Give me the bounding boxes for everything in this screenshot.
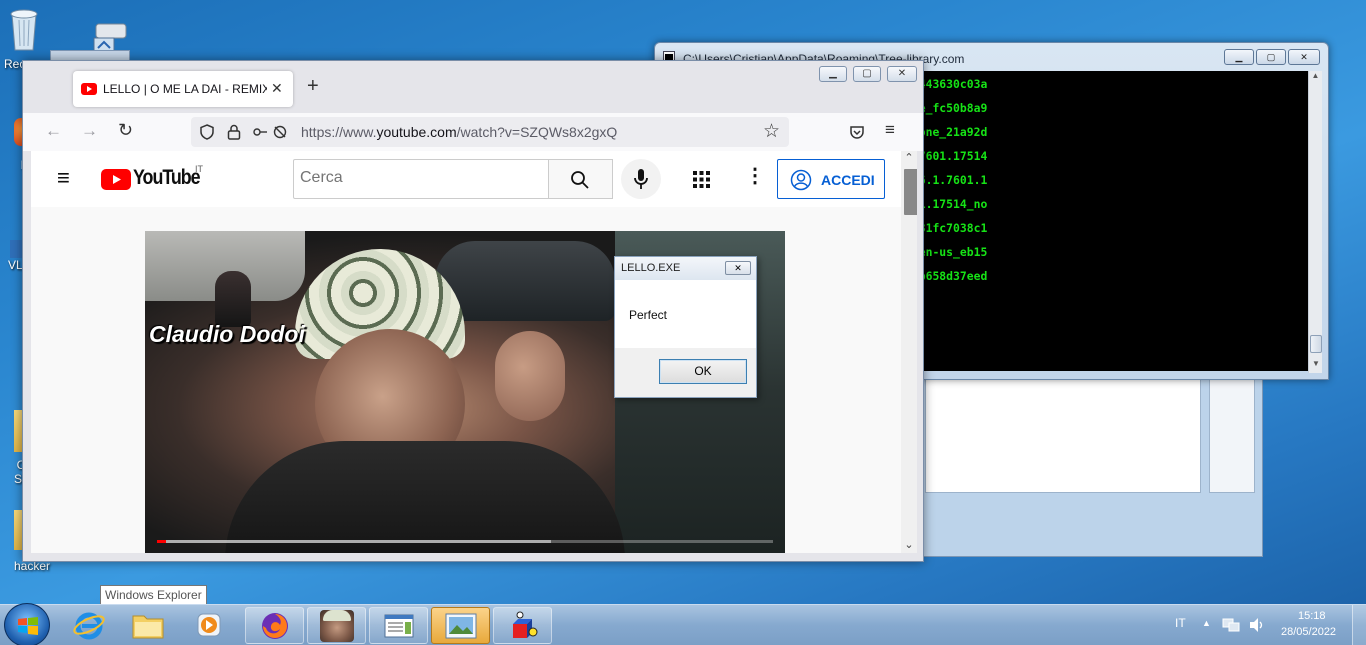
page-scrollbar[interactable]: ⌃ ⌄	[901, 151, 917, 553]
video-progress-buffer	[157, 540, 552, 543]
notepad-icon	[384, 614, 413, 637]
account-icon	[790, 169, 812, 191]
console-minimize-button[interactable]: ▁	[1224, 49, 1254, 65]
lock-icon[interactable]	[227, 124, 241, 140]
clock-time[interactable]: 15:18	[1298, 610, 1326, 622]
apps-grid-icon[interactable]	[693, 171, 710, 188]
video-progress-played	[157, 540, 167, 543]
picture-viewer-taskbar-button[interactable]	[431, 607, 490, 644]
youtube-header: ≡ YouTube IT ⋮ ACCEDI	[31, 151, 909, 207]
language-indicator[interactable]: IT	[1175, 616, 1186, 630]
guide-menu-icon[interactable]: ≡	[57, 165, 70, 191]
browser-tab[interactable]: LELLO | O ME LA DAI - REMIX - ✕	[73, 71, 293, 107]
folder-icon	[132, 615, 164, 639]
search-input[interactable]	[300, 160, 540, 196]
scroll-up-arrow-icon[interactable]: ▲	[1309, 71, 1322, 85]
notepad-taskbar-button[interactable]	[369, 607, 428, 644]
explorer-content-pane	[925, 373, 1201, 493]
url-path: /watch?v=SZQWs8x2gxQ	[456, 124, 618, 140]
dialog-body: Perfect	[615, 280, 756, 348]
recycle-bin-icon	[10, 9, 38, 51]
video-subject-hand	[495, 331, 565, 421]
navigation-toolbar: ← → ↻ https://www.youtube.com/watch?v=SZ…	[23, 113, 923, 151]
console-scroll-thumb[interactable]	[1310, 335, 1322, 353]
url-domain: youtube.com	[376, 124, 457, 140]
console-maximize-button[interactable]: ▢	[1256, 49, 1286, 65]
taskbar: IT ▲ 15:18 28/05/2022	[0, 603, 1366, 645]
firefox-window[interactable]: ▁ ▢ ✕ LELLO | O ME LA DAI - REMIX - ✕ + …	[22, 60, 924, 562]
youtube-logo[interactable]: YouTube IT	[101, 164, 211, 191]
internet-explorer-icon	[73, 612, 105, 640]
dialog-message: Perfect	[629, 308, 668, 322]
media-player-taskbar-icon[interactable]	[192, 610, 228, 642]
media-player-icon	[197, 613, 221, 637]
country-code: IT	[195, 164, 203, 174]
scroll-down-arrow-icon[interactable]: ⌄	[901, 538, 917, 551]
forward-arrow-icon[interactable]: →	[81, 121, 98, 141]
video-overlay-name: Claudio Dodoi	[149, 321, 305, 347]
message-dialog[interactable]: LELLO.EXE ✕ Perfect OK	[614, 256, 757, 398]
face-thumbnail-icon	[319, 609, 354, 642]
console-scrollbar[interactable]: ▲ ▼	[1308, 71, 1322, 373]
sign-in-label: ACCEDI	[821, 172, 875, 188]
pocket-icon[interactable]	[849, 124, 865, 140]
firefox-icon	[261, 612, 288, 639]
tooltip: Windows Explorer	[100, 585, 207, 605]
firefox-maximize-button[interactable]: ▢	[853, 66, 881, 82]
network-icon[interactable]	[1222, 617, 1240, 633]
explorer-scrollbar[interactable]	[1209, 373, 1255, 493]
settings-dots-icon[interactable]: ⋮	[745, 165, 765, 187]
ie-taskbar-icon[interactable]	[72, 609, 108, 643]
firefox-taskbar-button[interactable]	[245, 607, 304, 644]
show-hidden-icons-icon[interactable]: ▲	[1202, 618, 1211, 628]
page-scroll-thumb[interactable]	[904, 169, 917, 215]
new-tab-button[interactable]: +	[307, 75, 319, 98]
volume-icon[interactable]	[1248, 617, 1266, 633]
clock-date[interactable]: 28/05/2022	[1281, 626, 1336, 638]
url-prefix: https://www.	[301, 124, 377, 140]
url-bar[interactable]: https://www.youtube.com/watch?v=SZQWs8x2…	[191, 117, 789, 147]
picture-viewer-icon	[445, 613, 476, 638]
dialog-ok-button[interactable]: OK	[659, 359, 747, 384]
firefox-close-button[interactable]: ✕	[887, 66, 917, 82]
show-desktop-button[interactable]	[1352, 605, 1366, 645]
tab-title: LELLO | O ME LA DAI - REMIX -	[103, 82, 267, 96]
back-arrow-icon[interactable]: ←	[45, 121, 62, 141]
tab-close-icon[interactable]: ✕	[271, 80, 283, 97]
sign-in-button[interactable]: ACCEDI	[777, 159, 885, 199]
video-thumbnail-taskbar-button[interactable]	[307, 607, 366, 644]
dialog-close-button[interactable]: ✕	[725, 261, 751, 275]
video-subject-jacket	[225, 441, 625, 553]
voice-search-button[interactable]	[621, 159, 661, 199]
bookmark-star-icon[interactable]: ☆	[763, 120, 780, 143]
dialog-title: LELLO.EXE	[621, 262, 681, 274]
search-box[interactable]	[293, 159, 549, 199]
youtube-logo-text: YouTube	[133, 166, 201, 189]
permissions-icon[interactable]	[253, 125, 289, 139]
explorer-window	[880, 372, 1263, 557]
dialog-titlebar[interactable]: LELLO.EXE ✕	[615, 257, 756, 280]
firefox-minimize-button[interactable]: ▁	[819, 66, 847, 82]
video-progress-track[interactable]	[157, 540, 773, 543]
console-close-button[interactable]: ✕	[1288, 49, 1320, 65]
scroll-up-arrow-icon[interactable]: ⌃	[901, 151, 917, 165]
scroll-down-arrow-icon[interactable]: ▼	[1309, 359, 1323, 373]
search-icon	[571, 171, 589, 189]
windows-logo-icon	[18, 617, 38, 635]
shield-icon[interactable]	[199, 124, 215, 140]
page-content: ≡ YouTube IT ⋮ ACCEDI	[31, 151, 917, 553]
channel-avatar	[215, 271, 251, 327]
microphone-icon	[634, 169, 648, 189]
youtube-play-logo-icon	[101, 169, 131, 190]
youtube-favicon-icon	[81, 83, 97, 95]
video-background-car	[435, 241, 615, 321]
url-text[interactable]: https://www.youtube.com/watch?v=SZQWs8x2…	[301, 124, 617, 140]
start-button[interactable]	[4, 603, 50, 645]
3d-blocks-icon	[512, 611, 537, 638]
hamburger-menu-icon[interactable]: ≡	[885, 120, 895, 140]
reload-icon[interactable]: ↻	[118, 120, 133, 141]
3d-app-taskbar-button[interactable]	[493, 607, 552, 644]
explorer-taskbar-icon[interactable]	[130, 610, 170, 642]
search-button[interactable]	[549, 159, 613, 199]
